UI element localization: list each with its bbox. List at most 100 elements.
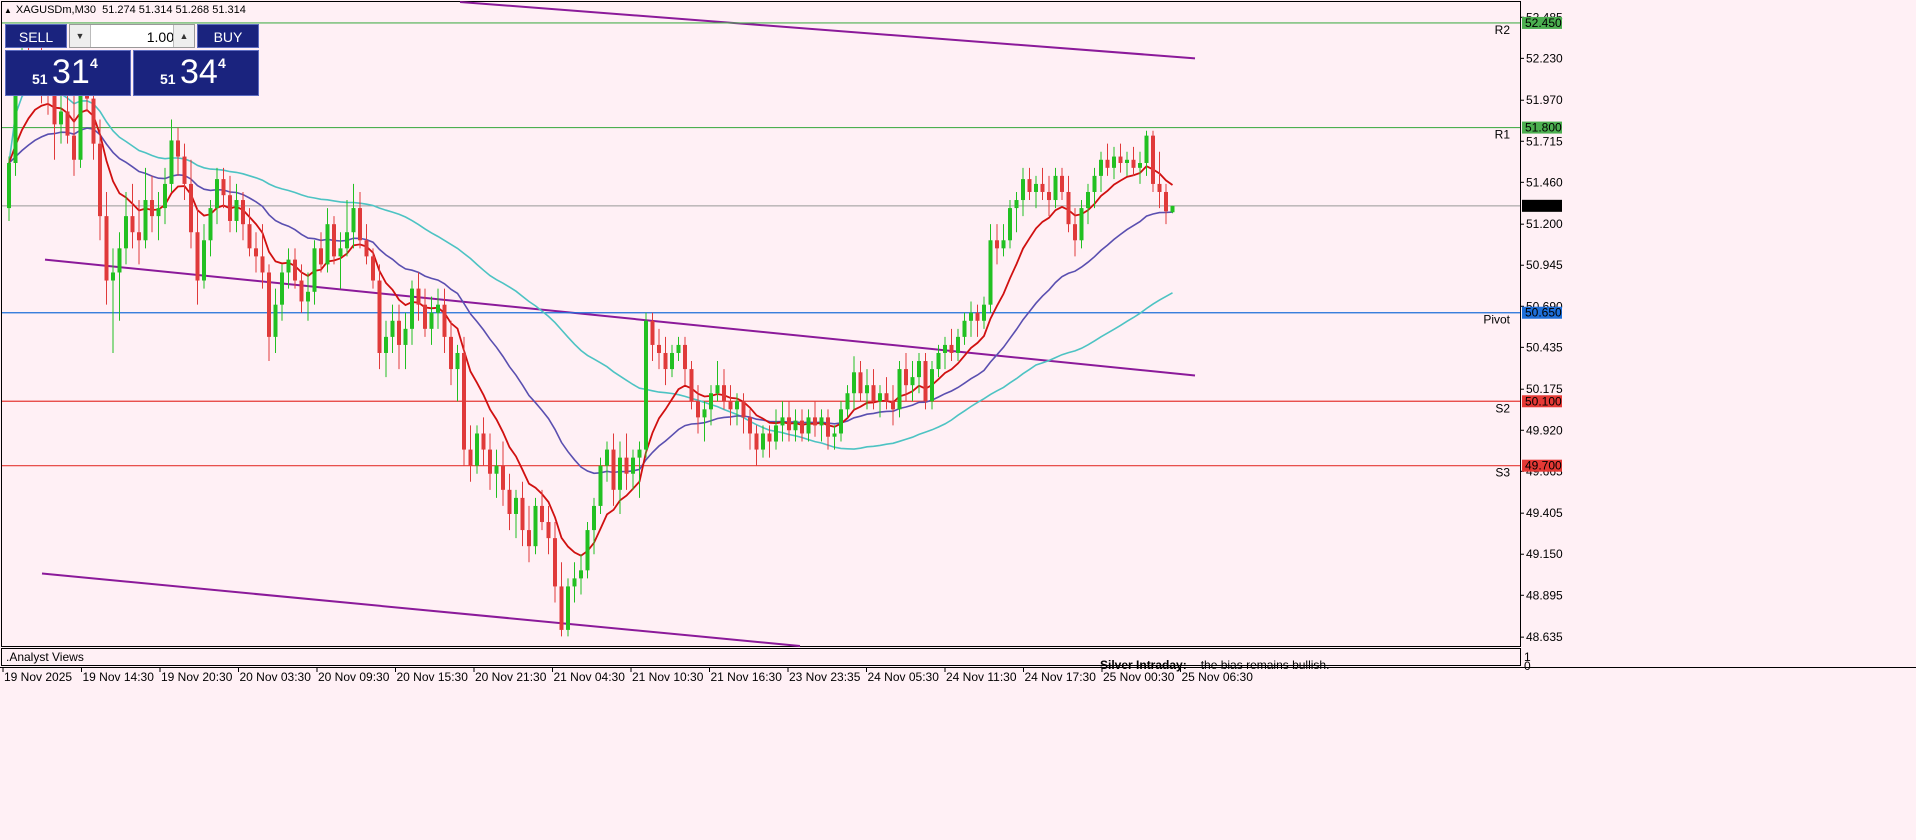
candle-body[interactable] bbox=[988, 240, 993, 305]
candle-body[interactable] bbox=[156, 208, 161, 217]
candle-body[interactable] bbox=[59, 111, 63, 125]
candle-body[interactable] bbox=[930, 369, 934, 402]
candle-body[interactable] bbox=[975, 312, 980, 321]
lower-channel-line[interactable] bbox=[41, 572, 801, 647]
candle-body[interactable] bbox=[1112, 156, 1116, 168]
chart-window[interactable]: 52.48552.23051.97051.71551.46051.20050.9… bbox=[0, 0, 1916, 840]
candle-body[interactable] bbox=[774, 425, 778, 442]
candle-body[interactable] bbox=[52, 95, 57, 125]
candle-body[interactable] bbox=[1105, 159, 1110, 168]
candle-body[interactable] bbox=[247, 224, 252, 249]
candle-body[interactable] bbox=[1008, 208, 1012, 241]
candle-body[interactable] bbox=[1001, 240, 1006, 249]
candle-body[interactable] bbox=[143, 200, 148, 241]
candle-body[interactable] bbox=[501, 465, 505, 490]
candle-body[interactable] bbox=[702, 409, 707, 418]
candle-body[interactable] bbox=[228, 195, 232, 221]
candle-body[interactable] bbox=[624, 457, 629, 474]
candle-body[interactable] bbox=[956, 336, 960, 353]
candle-body[interactable] bbox=[449, 336, 453, 370]
candle-body[interactable] bbox=[241, 200, 245, 225]
candle-body[interactable] bbox=[904, 369, 908, 386]
candle-body[interactable] bbox=[553, 538, 557, 587]
candle-body[interactable] bbox=[1053, 175, 1058, 201]
candle-body[interactable] bbox=[670, 352, 674, 370]
candle-body[interactable] bbox=[130, 216, 135, 233]
candle-body[interactable] bbox=[1060, 175, 1064, 192]
candle-body[interactable] bbox=[267, 272, 271, 337]
candle-body[interactable] bbox=[351, 208, 356, 233]
candle-body[interactable] bbox=[397, 320, 401, 345]
candle-body[interactable] bbox=[371, 256, 375, 281]
candle-body[interactable] bbox=[462, 352, 466, 450]
candle-body[interactable] bbox=[72, 135, 76, 160]
candle-body[interactable] bbox=[709, 393, 713, 410]
candle-body[interactable] bbox=[423, 304, 427, 329]
candle-body[interactable] bbox=[150, 200, 154, 217]
candle-body[interactable] bbox=[286, 259, 291, 273]
candle-body[interactable] bbox=[1014, 200, 1019, 209]
candle-body[interactable] bbox=[202, 240, 206, 281]
candle-body[interactable] bbox=[410, 288, 414, 329]
candle-body[interactable] bbox=[683, 344, 687, 370]
candle-body[interactable] bbox=[1027, 179, 1032, 192]
candle-body[interactable] bbox=[364, 240, 369, 257]
candle-body[interactable] bbox=[208, 208, 213, 241]
candle-body[interactable] bbox=[748, 417, 752, 434]
candle-body[interactable] bbox=[852, 372, 856, 394]
candle-body[interactable] bbox=[65, 111, 70, 136]
candle-body[interactable] bbox=[832, 433, 837, 437]
candle-body[interactable] bbox=[436, 304, 440, 313]
candle-body[interactable] bbox=[1118, 156, 1123, 163]
candle-body[interactable] bbox=[559, 586, 564, 630]
candle-body[interactable] bbox=[936, 352, 941, 370]
sell-price-box[interactable]: 51 31 4 bbox=[5, 50, 131, 96]
candle-body[interactable] bbox=[845, 393, 850, 410]
candle-body[interactable] bbox=[416, 288, 421, 305]
candle-body[interactable] bbox=[488, 449, 492, 474]
lot-increase-icon[interactable]: ▲ bbox=[173, 25, 194, 47]
candle-body[interactable] bbox=[182, 156, 187, 184]
candle-body[interactable] bbox=[345, 232, 349, 249]
candle-body[interactable] bbox=[273, 304, 278, 337]
candle-body[interactable] bbox=[1079, 208, 1084, 241]
candle-body[interactable] bbox=[1034, 183, 1038, 192]
candle-body[interactable] bbox=[819, 417, 824, 426]
candle-body[interactable] bbox=[780, 417, 785, 426]
candle-body[interactable] bbox=[605, 449, 609, 466]
candle-body[interactable] bbox=[189, 183, 193, 233]
candle-body[interactable] bbox=[176, 140, 180, 157]
candle-body[interactable] bbox=[117, 248, 122, 273]
candle-body[interactable] bbox=[195, 232, 200, 281]
candle-body[interactable] bbox=[514, 497, 518, 514]
candle-body[interactable] bbox=[403, 328, 408, 345]
candle-body[interactable] bbox=[358, 208, 362, 241]
candle-body[interactable] bbox=[566, 586, 570, 630]
candle-body[interactable] bbox=[1086, 191, 1090, 209]
candle-body[interactable] bbox=[884, 393, 889, 402]
candle-body[interactable] bbox=[546, 522, 551, 539]
candle-body[interactable] bbox=[865, 385, 869, 394]
candle-body[interactable] bbox=[520, 497, 525, 531]
candle-body[interactable] bbox=[761, 433, 765, 450]
candle-body[interactable] bbox=[910, 377, 915, 386]
candle-body[interactable] bbox=[1073, 224, 1077, 241]
candle-body[interactable] bbox=[111, 272, 115, 281]
candle-body[interactable] bbox=[377, 280, 382, 353]
middle-channel-line[interactable] bbox=[44, 258, 1196, 377]
candle-body[interactable] bbox=[527, 530, 531, 547]
candle-body[interactable] bbox=[644, 320, 648, 450]
candle-body[interactable] bbox=[1040, 183, 1045, 192]
lot-size-input[interactable] bbox=[92, 26, 176, 48]
sell-button[interactable]: SELL bbox=[5, 24, 67, 48]
lot-decrease-icon[interactable]: ▼ bbox=[70, 25, 91, 47]
candle-body[interactable] bbox=[104, 216, 109, 281]
candle-body[interactable] bbox=[234, 200, 239, 221]
candle-body[interactable] bbox=[254, 248, 258, 257]
candle-body[interactable] bbox=[585, 530, 590, 571]
candle-body[interactable] bbox=[663, 352, 668, 370]
candle-body[interactable] bbox=[806, 417, 811, 434]
candle-body[interactable] bbox=[696, 401, 700, 418]
candle-body[interactable] bbox=[280, 272, 284, 305]
candle-body[interactable] bbox=[221, 179, 226, 196]
